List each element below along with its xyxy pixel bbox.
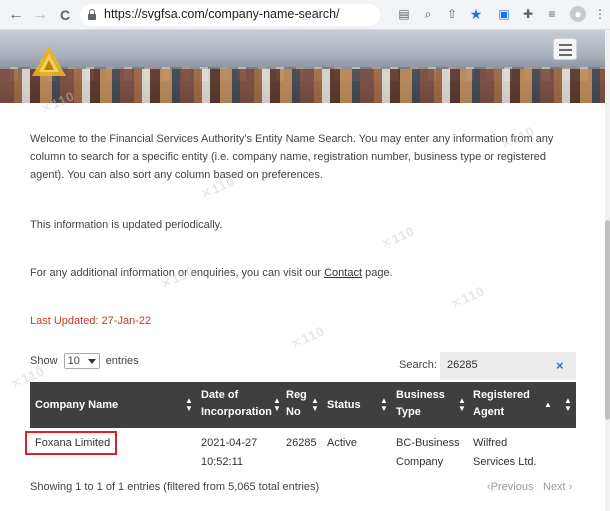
contact-text-before: For any additional information or enquir… <box>30 267 325 279</box>
last-updated: Last Updated: 27-Jan-22 <box>30 315 152 327</box>
highlight-box <box>25 431 117 455</box>
share-icon[interactable]: ⇧ <box>444 6 460 22</box>
search-label: Search: <box>399 359 437 371</box>
reading-list-icon[interactable]: ≡ <box>544 6 560 22</box>
page-size-value: 10 <box>67 355 80 367</box>
puzzle-icon[interactable]: ✚ <box>520 6 536 22</box>
update-note: This information is updated periodically… <box>30 219 223 231</box>
table-header: Company Name ▲ ▼ Date of Incorporation ▲ ▼… <box>30 382 576 428</box>
browser-toolbar: ← → C https://svgfsa.com/company-name-se… <box>0 0 610 30</box>
back-arrow-icon[interactable]: ← <box>6 5 26 25</box>
lock-icon <box>88 9 96 20</box>
cell-business: BC-Business Company <box>396 437 460 468</box>
address-bar[interactable]: https://svgfsa.com/company-name-search/ <box>80 4 380 26</box>
cell-reg: 26285 <box>286 437 317 449</box>
column-header-company[interactable]: Company Name <box>35 397 118 414</box>
url-text: https://svgfsa.com/company-name-search/ <box>104 7 340 21</box>
sort-icon[interactable]: ▲ ▼ <box>458 397 466 413</box>
intro-paragraph: Welcome to the Financial Services Author… <box>30 133 554 181</box>
contact-text-after: page. <box>362 267 393 279</box>
sort-icon[interactable]: ▲ ▼ <box>273 397 281 413</box>
sort-ascending-icon[interactable]: ▲ <box>544 401 552 409</box>
hamburger-menu-icon[interactable] <box>553 38 577 60</box>
chevron-down-icon <box>87 359 96 364</box>
cell-date: 2021-04-27 10:52:11 <box>201 437 258 468</box>
site-logo[interactable] <box>30 44 68 78</box>
page-size-control: Show 10 entries <box>30 353 139 369</box>
scrollbar-thumb[interactable] <box>605 220 610 420</box>
column-header-agent[interactable]: Registered Agent <box>473 387 533 421</box>
next-label: Next <box>543 481 566 493</box>
site-banner <box>0 30 610 103</box>
entries-label: entries <box>105 354 139 367</box>
bookmark-star-icon[interactable]: ★ <box>468 6 484 22</box>
column-header-business[interactable]: Business Type <box>396 387 454 421</box>
reload-icon[interactable]: C <box>55 5 75 25</box>
column-header-status[interactable]: Status <box>327 397 361 414</box>
cell-agent: Wilfred Services Ltd. <box>473 437 537 468</box>
cell-status: Active <box>327 437 357 449</box>
search-input-value[interactable]: 26285 <box>447 359 478 371</box>
contact-paragraph: For any additional information or enquir… <box>30 264 560 282</box>
forward-arrow-icon[interactable]: → <box>30 5 50 25</box>
sort-icon[interactable]: ▲ ▼ <box>380 397 388 413</box>
sort-icon[interactable]: ▲ ▼ <box>564 397 572 413</box>
watermark-mark: ✕110 <box>288 323 328 352</box>
show-label: Show <box>30 354 58 367</box>
table-info: Showing 1 to 1 of 1 entries (filtered fr… <box>30 481 320 493</box>
watermark-mark: ✕110 <box>448 283 488 312</box>
clear-search-icon[interactable]: × <box>556 358 564 373</box>
previous-button[interactable]: ‹Previous <box>487 481 533 493</box>
extension-icon[interactable]: ▣ <box>496 6 512 22</box>
translate-icon[interactable]: ▤ <box>396 6 412 22</box>
page-size-select[interactable]: 10 <box>63 353 100 369</box>
sort-icon[interactable]: ▲ ▼ <box>311 397 319 413</box>
sort-icon[interactable]: ▲ ▼ <box>185 397 193 413</box>
previous-label: Previous <box>490 481 534 493</box>
column-header-date[interactable]: Date of Incorporation <box>201 387 273 421</box>
browser-menu-icon[interactable]: ⋮ <box>592 6 608 22</box>
zoom-icon[interactable]: ⌕ <box>420 6 436 22</box>
column-header-reg[interactable]: Reg No <box>286 387 307 421</box>
contact-link[interactable]: Contact <box>324 267 362 279</box>
profile-avatar-icon[interactable]: ● <box>570 6 586 22</box>
next-chevron-icon: › <box>568 481 573 493</box>
next-button[interactable]: Next › <box>543 481 572 493</box>
